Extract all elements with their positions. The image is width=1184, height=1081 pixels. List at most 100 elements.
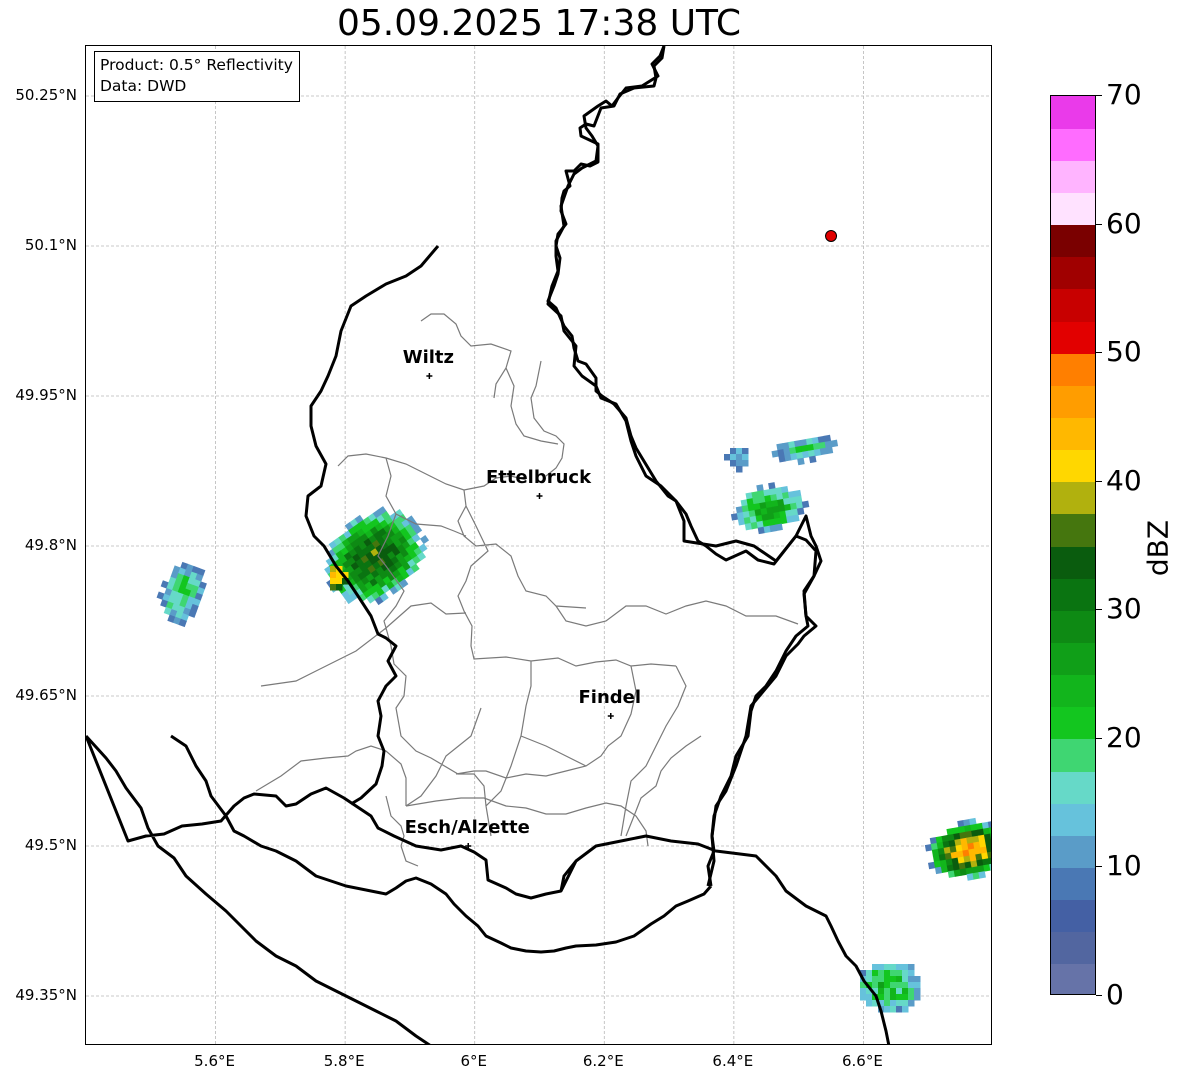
radar-cell — [908, 988, 915, 995]
colorbar-segment — [1051, 674, 1095, 708]
colorbar-tick — [1096, 480, 1102, 482]
colorbar-segment — [1051, 642, 1095, 676]
colorbar-tick-label: 10 — [1106, 849, 1142, 883]
colorbar-segment — [1051, 546, 1095, 579]
radar-cell — [884, 1006, 891, 1013]
colorbar-segment — [1051, 128, 1095, 161]
colorbar-segment — [1051, 192, 1095, 226]
radar-cell — [902, 970, 909, 977]
radar-cell — [902, 964, 909, 971]
city-label: Wiltz — [402, 347, 454, 368]
radar-cell — [878, 976, 885, 983]
radar-cell — [890, 1000, 897, 1007]
radar-cell — [908, 1000, 915, 1007]
radar-cell — [419, 535, 430, 545]
product-label: Product: 0.5° Reflectivity — [100, 56, 293, 74]
radar-cell — [896, 994, 903, 1001]
radar-cell — [736, 448, 743, 455]
radar-cell — [792, 514, 800, 523]
colorbar — [1050, 95, 1096, 995]
radar-cell — [724, 454, 731, 461]
radar-cell — [336, 578, 343, 585]
radar-cell — [890, 988, 897, 995]
radar-cell — [902, 988, 909, 995]
radar-cell — [730, 454, 737, 461]
radar-station-marker — [825, 230, 838, 242]
radar-cell — [884, 982, 891, 989]
radar-cell — [736, 460, 743, 467]
colorbar-segment — [1051, 385, 1095, 419]
radar-cell — [872, 976, 879, 983]
colorbar-segment — [1051, 610, 1095, 644]
lon-tick-label: 6°E — [460, 1052, 487, 1070]
radar-cell — [902, 1006, 909, 1013]
radar-cell — [896, 982, 903, 989]
colorbar-tick-label: 50 — [1106, 335, 1142, 369]
radar-echo — [156, 561, 207, 628]
colorbar-tick — [1096, 352, 1102, 354]
chart-title: 05.09.2025 17:38 UTC — [336, 3, 742, 44]
radar-echo — [324, 506, 430, 606]
lat-tick-label: 49.35°N — [15, 986, 77, 1004]
radar-cell — [878, 988, 885, 995]
radar-cell — [896, 970, 903, 977]
lat-tick-label: 49.8°N — [24, 536, 77, 554]
colorbar-segment — [1051, 771, 1095, 804]
radar-cell — [878, 970, 885, 977]
colorbar-tick — [1096, 609, 1102, 611]
city-marker — [607, 713, 614, 719]
radar-cell — [830, 439, 839, 448]
radar-cell — [742, 454, 749, 461]
radar-cell — [330, 572, 337, 579]
map-area[interactable] — [85, 45, 992, 1045]
radar-cell — [736, 454, 743, 461]
colorbar-segment — [1051, 835, 1095, 869]
radar-cell — [808, 455, 817, 464]
colorbar-segment — [1051, 931, 1095, 965]
colorbar-segment — [1051, 224, 1095, 258]
radar-cell — [742, 460, 749, 467]
lon-tick-label: 5.8°E — [323, 1052, 365, 1070]
city-markers — [426, 373, 614, 849]
lon-tick-label: 6.2°E — [582, 1052, 624, 1070]
lon-tick-label: 6.6°E — [842, 1052, 883, 1070]
colorbar-tick-label: 60 — [1106, 206, 1142, 240]
colorbar-segment — [1051, 706, 1095, 740]
radar-cell — [908, 994, 915, 1001]
colorbar-segment — [1051, 481, 1095, 515]
lat-tick-label: 49.95°N — [15, 386, 77, 404]
colorbar-segment — [1051, 417, 1095, 451]
radar-cell — [914, 982, 921, 989]
colorbar-segment — [1051, 321, 1095, 354]
radar-cell — [742, 448, 749, 455]
radar-cell — [908, 982, 915, 989]
radar-cell — [896, 964, 903, 971]
colorbar-segment — [1051, 578, 1095, 611]
colorbar-segment — [1051, 963, 1095, 994]
radar-cell — [902, 982, 909, 989]
radar-cell — [866, 1000, 873, 1007]
radar-cell — [797, 457, 805, 466]
map-canvas — [86, 46, 991, 1044]
radar-cell — [902, 976, 909, 983]
radar-cell — [872, 970, 879, 977]
radar-cell — [336, 584, 343, 591]
radar-cell — [866, 970, 873, 977]
radar-cell — [884, 994, 891, 1001]
city-label: Esch/Alzette — [404, 817, 530, 838]
radar-cell — [978, 871, 986, 879]
radar-cell — [878, 994, 885, 1001]
lat-tick-label: 49.65°N — [15, 686, 77, 704]
colorbar-segment — [1051, 449, 1095, 483]
radar-cell — [884, 970, 891, 977]
radar-cell — [730, 448, 737, 455]
radar-echoes — [156, 434, 991, 1013]
colorbar-tick-label: 70 — [1106, 78, 1142, 111]
radar-cell — [890, 964, 897, 971]
radar-cell — [908, 976, 915, 983]
radar-cell — [896, 1006, 903, 1013]
radar-cell — [890, 982, 897, 989]
colorbar-segment — [1051, 899, 1095, 933]
colorbar-tick-label: 0 — [1106, 978, 1124, 1011]
radar-cell — [866, 994, 873, 1001]
